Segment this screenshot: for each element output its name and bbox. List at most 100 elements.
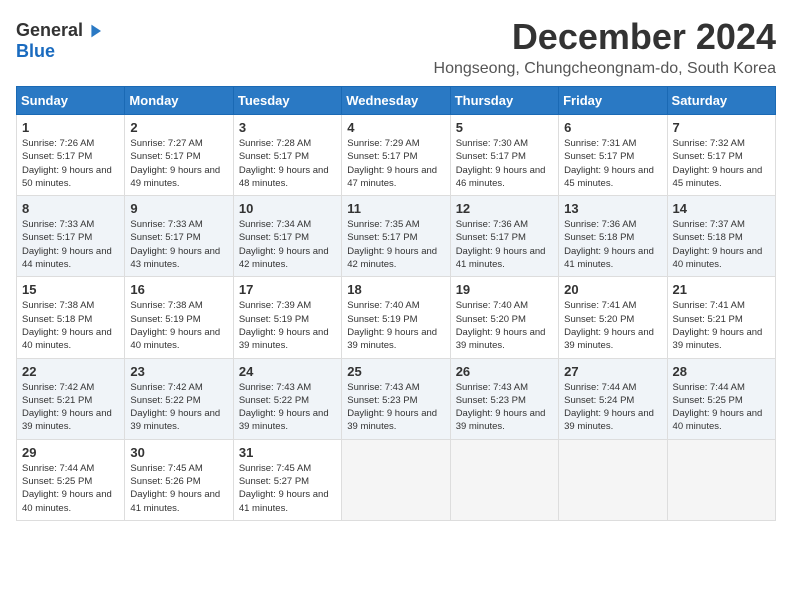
day-number: 25: [347, 364, 444, 379]
calendar-cell: 24 Sunrise: 7:43 AMSunset: 5:22 PMDayligh…: [233, 358, 341, 439]
week-row-5: 29 Sunrise: 7:44 AMSunset: 5:25 PMDayligh…: [17, 439, 776, 520]
calendar-cell: 2 Sunrise: 7:27 AMSunset: 5:17 PMDaylight…: [125, 115, 233, 196]
day-detail: Sunrise: 7:43 AMSunset: 5:22 PMDaylight:…: [239, 381, 336, 434]
calendar-cell: 18 Sunrise: 7:40 AMSunset: 5:19 PMDayligh…: [342, 277, 450, 358]
day-detail: Sunrise: 7:45 AMSunset: 5:26 PMDaylight:…: [130, 462, 227, 515]
calendar-cell: 19 Sunrise: 7:40 AMSunset: 5:20 PMDayligh…: [450, 277, 558, 358]
header-row: SundayMondayTuesdayWednesdayThursdayFrid…: [17, 87, 776, 115]
day-detail: Sunrise: 7:42 AMSunset: 5:21 PMDaylight:…: [22, 381, 119, 434]
day-number: 2: [130, 120, 227, 135]
calendar-cell: 3 Sunrise: 7:28 AMSunset: 5:17 PMDaylight…: [233, 115, 341, 196]
calendar-cell: 9Sunrise: 7:33 AMSunset: 5:17 PMDaylight…: [125, 196, 233, 277]
day-detail: Sunrise: 7:36 AMSunset: 5:17 PMDaylight:…: [456, 218, 553, 271]
day-detail: Sunrise: 7:40 AMSunset: 5:20 PMDaylight:…: [456, 299, 553, 352]
day-number: 20: [564, 282, 661, 297]
day-number: 18: [347, 282, 444, 297]
day-number: 15: [22, 282, 119, 297]
calendar-cell: 31Sunrise: 7:45 AMSunset: 5:27 PMDayligh…: [233, 439, 341, 520]
day-number: 30: [130, 445, 227, 460]
day-detail: Sunrise: 7:42 AMSunset: 5:22 PMDaylight:…: [130, 381, 227, 434]
week-row-1: 1 Sunrise: 7:26 AMSunset: 5:17 PMDaylight…: [17, 115, 776, 196]
calendar-cell: 4 Sunrise: 7:29 AMSunset: 5:17 PMDaylight…: [342, 115, 450, 196]
header: General Blue December 2024 Hongseong, Ch…: [16, 16, 776, 78]
logo-general: General: [16, 20, 83, 41]
calendar-cell: 21 Sunrise: 7:41 AMSunset: 5:21 PMDayligh…: [667, 277, 775, 358]
calendar-cell: [667, 439, 775, 520]
calendar-cell: 17Sunrise: 7:39 AMSunset: 5:19 PMDayligh…: [233, 277, 341, 358]
day-number: 10: [239, 201, 336, 216]
day-detail: Sunrise: 7:38 AMSunset: 5:18 PMDaylight:…: [22, 299, 119, 352]
day-detail: Sunrise: 7:32 AMSunset: 5:17 PMDaylight:…: [673, 137, 770, 190]
logo-blue: Blue: [16, 41, 55, 62]
calendar-cell: 26Sunrise: 7:43 AMSunset: 5:23 PMDayligh…: [450, 358, 558, 439]
calendar-cell: 16Sunrise: 7:38 AMSunset: 5:19 PMDayligh…: [125, 277, 233, 358]
calendar-cell: 30 Sunrise: 7:45 AMSunset: 5:26 PMDayligh…: [125, 439, 233, 520]
day-detail: Sunrise: 7:44 AMSunset: 5:25 PMDaylight:…: [673, 381, 770, 434]
month-title: December 2024: [434, 16, 776, 58]
calendar-cell: 29 Sunrise: 7:44 AMSunset: 5:25 PMDayligh…: [17, 439, 125, 520]
calendar-cell: 11Sunrise: 7:35 AMSunset: 5:17 PMDayligh…: [342, 196, 450, 277]
header-friday: Friday: [559, 87, 667, 115]
calendar-table: SundayMondayTuesdayWednesdayThursdayFrid…: [16, 86, 776, 521]
header-saturday: Saturday: [667, 87, 775, 115]
calendar-cell: 13 Sunrise: 7:36 AMSunset: 5:18 PMDayligh…: [559, 196, 667, 277]
day-detail: Sunrise: 7:27 AMSunset: 5:17 PMDaylight:…: [130, 137, 227, 190]
calendar-cell: 7 Sunrise: 7:32 AMSunset: 5:17 PMDaylight…: [667, 115, 775, 196]
day-number: 23: [130, 364, 227, 379]
day-number: 26: [456, 364, 553, 379]
day-detail: Sunrise: 7:28 AMSunset: 5:17 PMDaylight:…: [239, 137, 336, 190]
day-detail: Sunrise: 7:33 AMSunset: 5:17 PMDaylight:…: [22, 218, 119, 271]
day-detail: Sunrise: 7:34 AMSunset: 5:17 PMDaylight:…: [239, 218, 336, 271]
calendar-cell: 8Sunrise: 7:33 AMSunset: 5:17 PMDaylight…: [17, 196, 125, 277]
header-sunday: Sunday: [17, 87, 125, 115]
day-number: 29: [22, 445, 119, 460]
calendar-cell: [342, 439, 450, 520]
calendar-cell: [450, 439, 558, 520]
day-number: 19: [456, 282, 553, 297]
logo: General Blue: [16, 20, 101, 62]
header-thursday: Thursday: [450, 87, 558, 115]
day-number: 21: [673, 282, 770, 297]
calendar-cell: 22 Sunrise: 7:42 AMSunset: 5:21 PMDayligh…: [17, 358, 125, 439]
calendar-cell: 27Sunrise: 7:44 AMSunset: 5:24 PMDayligh…: [559, 358, 667, 439]
day-number: 5: [456, 120, 553, 135]
day-number: 12: [456, 201, 553, 216]
day-detail: Sunrise: 7:41 AMSunset: 5:21 PMDaylight:…: [673, 299, 770, 352]
header-tuesday: Tuesday: [233, 87, 341, 115]
day-detail: Sunrise: 7:37 AMSunset: 5:18 PMDaylight:…: [673, 218, 770, 271]
day-number: 4: [347, 120, 444, 135]
day-number: 28: [673, 364, 770, 379]
day-number: 24: [239, 364, 336, 379]
day-detail: Sunrise: 7:39 AMSunset: 5:19 PMDaylight:…: [239, 299, 336, 352]
calendar-cell: 6Sunrise: 7:31 AMSunset: 5:17 PMDaylight…: [559, 115, 667, 196]
day-detail: Sunrise: 7:31 AMSunset: 5:17 PMDaylight:…: [564, 137, 661, 190]
calendar-cell: 15 Sunrise: 7:38 AMSunset: 5:18 PMDayligh…: [17, 277, 125, 358]
title-block: December 2024 Hongseong, Chungcheongnam-…: [434, 16, 776, 78]
day-detail: Sunrise: 7:44 AMSunset: 5:25 PMDaylight:…: [22, 462, 119, 515]
calendar-cell: 20Sunrise: 7:41 AMSunset: 5:20 PMDayligh…: [559, 277, 667, 358]
day-number: 22: [22, 364, 119, 379]
day-detail: Sunrise: 7:36 AMSunset: 5:18 PMDaylight:…: [564, 218, 661, 271]
calendar-cell: [559, 439, 667, 520]
day-number: 16: [130, 282, 227, 297]
header-monday: Monday: [125, 87, 233, 115]
day-number: 3: [239, 120, 336, 135]
day-detail: Sunrise: 7:29 AMSunset: 5:17 PMDaylight:…: [347, 137, 444, 190]
calendar-cell: 14 Sunrise: 7:37 AMSunset: 5:18 PMDayligh…: [667, 196, 775, 277]
day-detail: Sunrise: 7:45 AMSunset: 5:27 PMDaylight:…: [239, 462, 336, 515]
day-number: 7: [673, 120, 770, 135]
day-detail: Sunrise: 7:35 AMSunset: 5:17 PMDaylight:…: [347, 218, 444, 271]
day-number: 13: [564, 201, 661, 216]
day-number: 14: [673, 201, 770, 216]
calendar-cell: 23 Sunrise: 7:42 AMSunset: 5:22 PMDayligh…: [125, 358, 233, 439]
week-row-3: 15 Sunrise: 7:38 AMSunset: 5:18 PMDayligh…: [17, 277, 776, 358]
day-number: 9: [130, 201, 227, 216]
day-detail: Sunrise: 7:26 AMSunset: 5:17 PMDaylight:…: [22, 137, 119, 190]
week-row-4: 22 Sunrise: 7:42 AMSunset: 5:21 PMDayligh…: [17, 358, 776, 439]
day-number: 1: [22, 120, 119, 135]
day-detail: Sunrise: 7:30 AMSunset: 5:17 PMDaylight:…: [456, 137, 553, 190]
day-detail: Sunrise: 7:44 AMSunset: 5:24 PMDaylight:…: [564, 381, 661, 434]
calendar-cell: 1 Sunrise: 7:26 AMSunset: 5:17 PMDaylight…: [17, 115, 125, 196]
day-detail: Sunrise: 7:43 AMSunset: 5:23 PMDaylight:…: [347, 381, 444, 434]
day-detail: Sunrise: 7:40 AMSunset: 5:19 PMDaylight:…: [347, 299, 444, 352]
